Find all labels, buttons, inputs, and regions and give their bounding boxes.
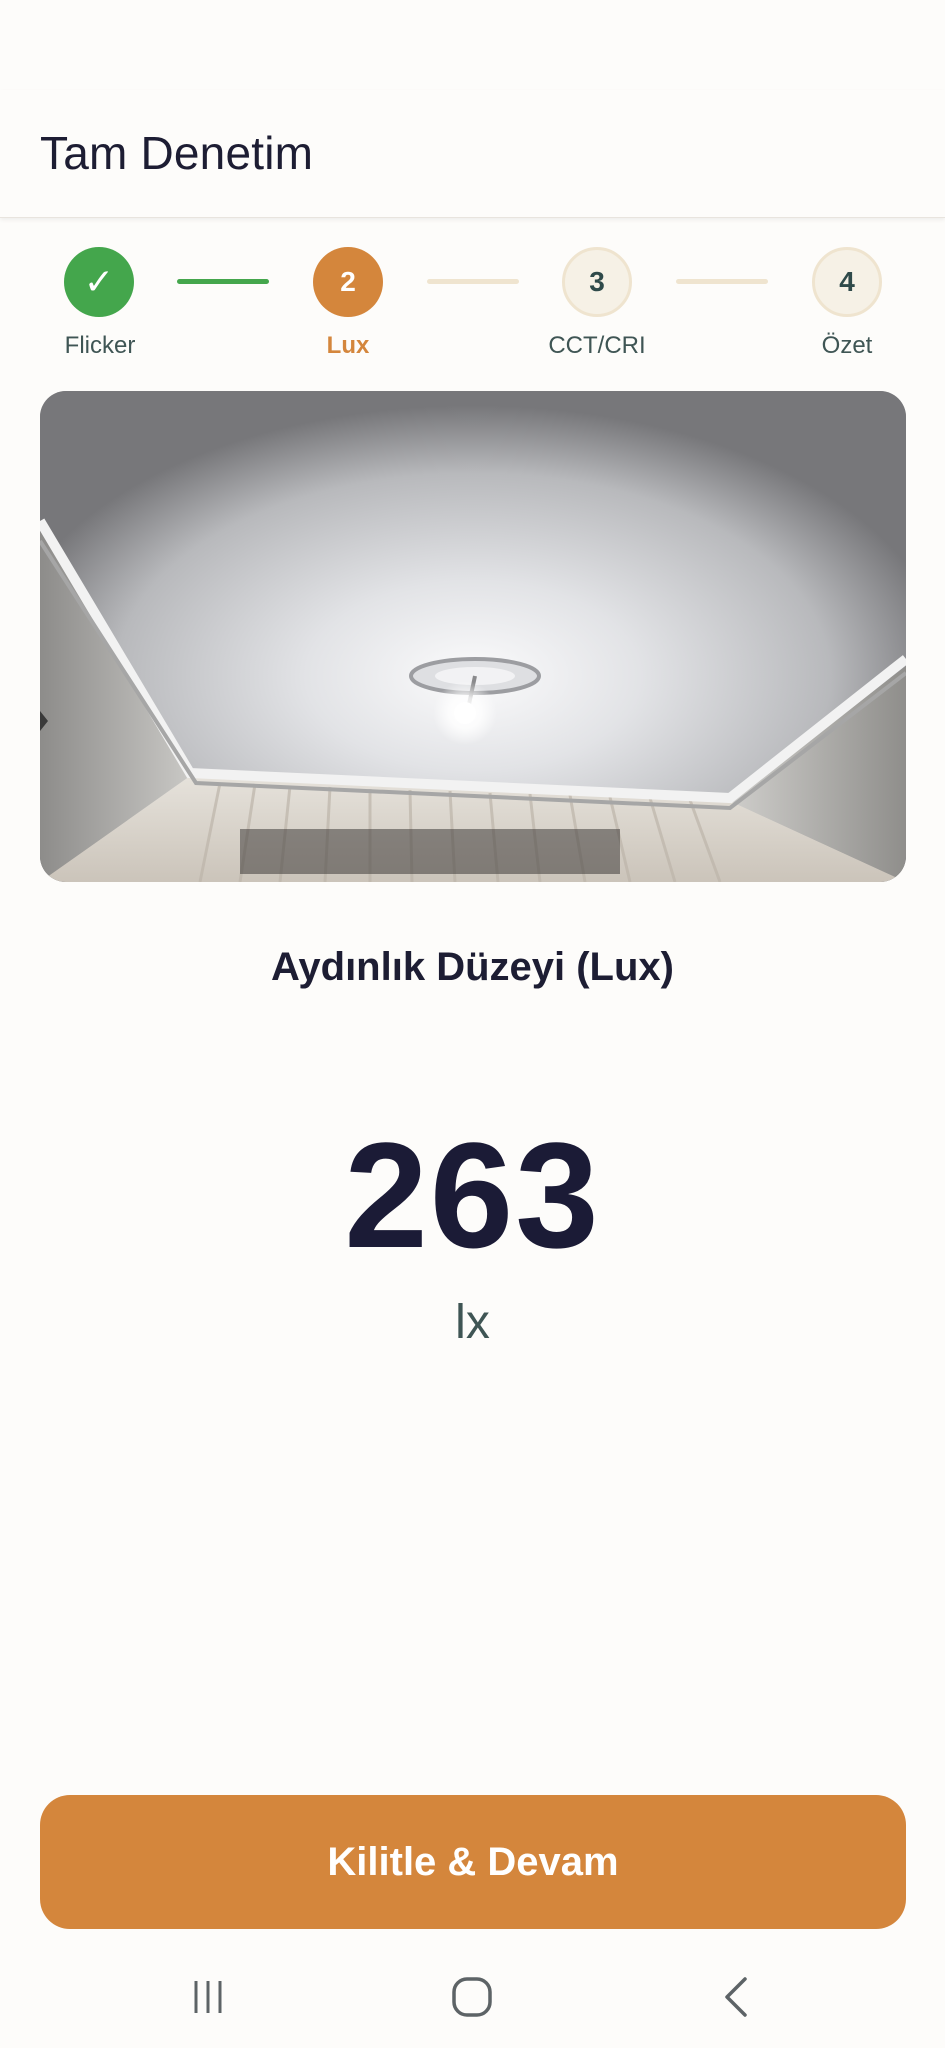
recent-apps-icon[interactable] (168, 1962, 248, 2032)
lock-and-continue-button[interactable]: Kilitle & Devam (40, 1795, 906, 1929)
lux-value: 263 (344, 1111, 601, 1279)
step-label-flicker: Flicker (64, 332, 136, 359)
step-label-summary: Özet (821, 332, 873, 359)
status-bar (0, 0, 945, 90)
navigation-bar (0, 1950, 945, 2048)
measurement-title: Aydınlık Düzeyi (Lux) (270, 945, 674, 989)
step-connector-2 (427, 279, 519, 284)
lux-unit: lx (455, 1296, 490, 1349)
app-header: Tam Denetim (0, 90, 945, 218)
step-cct-cri[interactable]: 3 (562, 247, 632, 317)
step-connector-1 (177, 279, 269, 284)
stepper: ✓ Flicker 2 Lux 3 CCT/CRI 4 Özet (0, 230, 945, 370)
back-icon[interactable] (697, 1962, 777, 2032)
step-label-cct-cri: CCT/CRI (548, 332, 646, 359)
step-flicker-done-icon[interactable]: ✓ (64, 247, 134, 317)
step-summary[interactable]: 4 (812, 247, 882, 317)
step-lux[interactable]: 2 (313, 247, 383, 317)
step-label-lux: Lux (326, 332, 370, 359)
camera-preview (40, 391, 906, 882)
home-icon[interactable] (432, 1962, 512, 2032)
camera-preview-image (40, 391, 906, 882)
page-title: Tam Denetim (40, 127, 314, 179)
screen: Tam Denetim ✓ Flicker 2 Lux 3 CCT/CRI 4 … (0, 0, 945, 2048)
step-connector-3 (676, 279, 768, 284)
